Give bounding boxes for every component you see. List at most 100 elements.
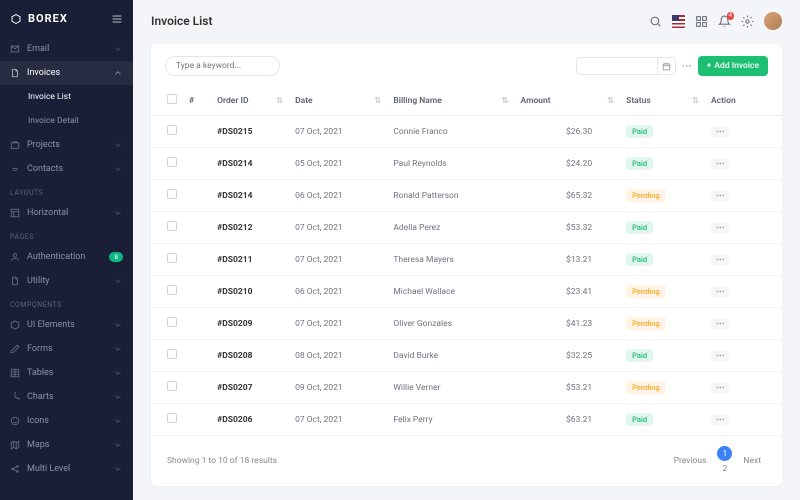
row-actions-button[interactable]: ⋯ bbox=[711, 191, 730, 201]
row-actions-button[interactable]: ⋯ bbox=[711, 319, 730, 329]
sidebar-component-ui-elements[interactable]: UI Elements bbox=[0, 313, 133, 337]
cell-billing-name: Ronald Patterson bbox=[387, 180, 514, 212]
menu-label: Utility bbox=[27, 276, 50, 286]
table-row: #DS0210 06 Oct, 2021 Michael Wallace $23… bbox=[151, 276, 782, 308]
filter-more-icon[interactable]: ⋯ bbox=[682, 61, 692, 72]
sidebar-item-email[interactable]: Email bbox=[0, 37, 133, 61]
row-actions-button[interactable]: ⋯ bbox=[711, 287, 730, 297]
table-row: #DS0206 07 Oct, 2021 Felix Perry $63.21 … bbox=[151, 404, 782, 436]
cell-order-id: #DS0212 bbox=[211, 212, 289, 244]
row-actions-button[interactable]: ⋯ bbox=[711, 223, 730, 233]
row-checkbox[interactable] bbox=[167, 317, 177, 327]
col-checkbox bbox=[151, 86, 183, 116]
settings-icon[interactable] bbox=[741, 15, 754, 28]
brand[interactable]: BOREX bbox=[0, 0, 133, 37]
chevron-down-icon bbox=[113, 44, 123, 54]
cell-billing-name: Theresa Mayers bbox=[387, 244, 514, 276]
components-label: COMPONENTS bbox=[0, 293, 133, 313]
sidebar-page-authentication[interactable]: Authentication8 bbox=[0, 245, 133, 269]
status-badge: Paid bbox=[626, 125, 653, 138]
user-avatar[interactable] bbox=[764, 12, 782, 30]
col-hash: # bbox=[183, 86, 211, 116]
page-1-button[interactable]: 1 bbox=[717, 446, 732, 461]
col-billing-name[interactable]: Billing Name⇅ bbox=[387, 86, 514, 116]
cell-order-id: #DS0214 bbox=[211, 180, 289, 212]
menu-label: Charts bbox=[27, 392, 54, 402]
cell-amount: $23.41 bbox=[515, 276, 621, 308]
row-checkbox[interactable] bbox=[167, 349, 177, 359]
sidebar-item-contacts[interactable]: Contacts bbox=[0, 157, 133, 181]
table-footer: Showing 1 to 10 of 18 results Previous 1… bbox=[151, 436, 782, 486]
sidebar-item-projects[interactable]: Projects bbox=[0, 133, 133, 157]
table-row: #DS0208 08 Oct, 2021 David Burke $32.25 … bbox=[151, 340, 782, 372]
row-actions-button[interactable]: ⋯ bbox=[711, 415, 730, 425]
sidebar-component-forms[interactable]: Forms bbox=[0, 337, 133, 361]
smile-icon bbox=[10, 416, 20, 426]
select-all-checkbox[interactable] bbox=[167, 94, 177, 104]
row-checkbox[interactable] bbox=[167, 157, 177, 167]
row-actions-button[interactable]: ⋯ bbox=[711, 255, 730, 265]
language-flag-icon[interactable] bbox=[672, 15, 685, 28]
row-actions-button[interactable]: ⋯ bbox=[711, 159, 730, 169]
cell-order-id: #DS0210 bbox=[211, 276, 289, 308]
notification-badge: 4 bbox=[727, 12, 734, 20]
submenu-invoice-list[interactable]: Invoice List bbox=[0, 85, 133, 109]
layouts-label: LAYOUTS bbox=[0, 181, 133, 201]
sidebar-component-tables[interactable]: Tables bbox=[0, 361, 133, 385]
chevron-down-icon bbox=[113, 320, 123, 330]
sidebar-component-multi-level[interactable]: Multi Level bbox=[0, 457, 133, 481]
sort-icon: ⇅ bbox=[276, 96, 283, 106]
row-checkbox[interactable] bbox=[167, 253, 177, 263]
col-amount[interactable]: Amount⇅ bbox=[515, 86, 621, 116]
prev-page-button[interactable]: Previous bbox=[669, 454, 712, 468]
chevron-down-icon bbox=[113, 392, 123, 402]
chevron-down-icon bbox=[113, 344, 123, 354]
col-action: Action bbox=[705, 86, 782, 116]
cell-date: 06 Oct, 2021 bbox=[289, 276, 387, 308]
row-actions-button[interactable]: ⋯ bbox=[711, 383, 730, 393]
next-page-button[interactable]: Next bbox=[738, 454, 766, 468]
add-invoice-button[interactable]: +Add Invoice bbox=[698, 56, 768, 76]
col-date[interactable]: Date⇅ bbox=[289, 86, 387, 116]
sidebar-component-maps[interactable]: Maps bbox=[0, 433, 133, 457]
status-badge: Pending bbox=[626, 381, 666, 394]
sort-icon: ⇅ bbox=[374, 96, 381, 106]
topbar: Invoice List 4 bbox=[133, 0, 800, 36]
table-row: #DS0215 07 Oct, 2021 Connie Franco $26.3… bbox=[151, 116, 782, 148]
briefcase-icon bbox=[10, 140, 20, 150]
row-checkbox[interactable] bbox=[167, 125, 177, 135]
cell-order-id: #DS0215 bbox=[211, 116, 289, 148]
sidebar-page-utility[interactable]: Utility bbox=[0, 269, 133, 293]
notifications-icon[interactable]: 4 bbox=[718, 15, 731, 28]
sidebar-item-invoices[interactable]: Invoices bbox=[0, 61, 133, 85]
col-status[interactable]: Status⇅ bbox=[620, 86, 705, 116]
table-row: #DS0209 07 Oct, 2021 Oliver Gonzales $41… bbox=[151, 308, 782, 340]
map-icon bbox=[10, 440, 20, 450]
sidebar-component-charts[interactable]: Charts bbox=[0, 385, 133, 409]
row-checkbox[interactable] bbox=[167, 189, 177, 199]
table-row: #DS0207 09 Oct, 2021 Willie Verner $53.2… bbox=[151, 372, 782, 404]
keyword-search-input[interactable] bbox=[165, 56, 280, 76]
cell-order-id: #DS0207 bbox=[211, 372, 289, 404]
row-checkbox[interactable] bbox=[167, 381, 177, 391]
row-actions-button[interactable]: ⋯ bbox=[711, 127, 730, 137]
sidebar-layout-horizontal[interactable]: Horizontal bbox=[0, 201, 133, 225]
box-icon bbox=[10, 320, 20, 330]
col-order-id[interactable]: Order ID⇅ bbox=[211, 86, 289, 116]
calendar-icon bbox=[657, 58, 675, 74]
cell-date: 05 Oct, 2021 bbox=[289, 148, 387, 180]
hamburger-icon[interactable] bbox=[111, 13, 123, 25]
row-checkbox[interactable] bbox=[167, 413, 177, 423]
page-2-button[interactable]: 2 bbox=[717, 461, 732, 476]
status-badge: Pending bbox=[626, 189, 666, 202]
cell-date: 09 Oct, 2021 bbox=[289, 372, 387, 404]
apps-grid-icon[interactable] bbox=[695, 15, 708, 28]
sidebar-component-icons[interactable]: Icons bbox=[0, 409, 133, 433]
date-picker[interactable] bbox=[576, 57, 676, 75]
row-checkbox[interactable] bbox=[167, 221, 177, 231]
row-checkbox[interactable] bbox=[167, 285, 177, 295]
row-actions-button[interactable]: ⋯ bbox=[711, 351, 730, 361]
search-icon[interactable] bbox=[649, 15, 662, 28]
submenu-invoice-detail[interactable]: Invoice Detail bbox=[0, 109, 133, 133]
sort-icon: ⇅ bbox=[692, 96, 699, 106]
